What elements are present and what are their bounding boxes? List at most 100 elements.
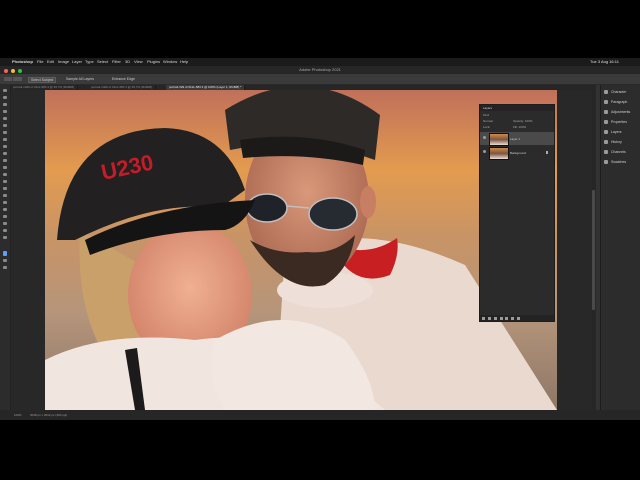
properties-icon [604, 120, 608, 125]
panel-history[interactable]: History [604, 137, 640, 147]
panel-swatches[interactable]: Swatches [604, 157, 640, 167]
type-tool-icon[interactable] [3, 201, 7, 204]
lasso-tool-icon[interactable] [3, 103, 7, 106]
crop-tool-icon[interactable] [3, 117, 7, 120]
shape-tool-icon[interactable] [3, 215, 7, 218]
sample-all-layers-checkbox[interactable]: Sample All Layers [64, 77, 96, 81]
trash-icon[interactable] [517, 316, 521, 320]
clone-stamp-tool-icon[interactable] [3, 152, 7, 155]
photoshop-window: Photoshop File Edit Image Layer Type Sel… [0, 58, 640, 420]
document-info[interactable]: 3048 px x 2032 px (300 ppi) [30, 410, 67, 420]
history-brush-tool-icon[interactable] [3, 159, 7, 162]
path-select-tool-icon[interactable] [3, 208, 7, 211]
clock: Tue 3 Aug 16:11 [590, 59, 619, 64]
move-tool-icon[interactable] [3, 89, 7, 92]
new-group-icon[interactable] [505, 316, 509, 320]
panel-label: Channels [611, 150, 626, 154]
marquee-tool-icon[interactable] [3, 96, 7, 99]
zoom-window-button[interactable] [18, 69, 23, 73]
menu-file[interactable]: File [37, 58, 43, 66]
menu-bar: Photoshop File Edit Image Layer Type Sel… [0, 58, 640, 66]
adjustment-layer-icon[interactable] [499, 316, 503, 320]
panel-properties[interactable]: Properties [604, 117, 640, 127]
blur-tool-icon[interactable] [3, 180, 7, 183]
character-icon [604, 90, 608, 95]
menu-select[interactable]: Select [97, 58, 108, 66]
panel-layers[interactable]: Layers [604, 127, 640, 137]
quick-select-tool-icon[interactable] [13, 77, 22, 81]
panel-label: Swatches [611, 160, 627, 164]
fill-field[interactable]: Fill: 100% [510, 124, 553, 130]
layer-row-selected[interactable]: Layer 1 [480, 132, 554, 146]
history-icon [604, 140, 608, 145]
foreground-color-swatch[interactable] [3, 251, 7, 256]
panel-paragraph[interactable]: Paragraph [604, 97, 640, 107]
brush-tool-icon[interactable] [3, 145, 7, 148]
dodge-tool-icon[interactable] [3, 187, 7, 190]
zoom-level[interactable]: 100% [14, 410, 22, 420]
channels-icon [604, 150, 608, 155]
frame-tool-icon[interactable] [3, 124, 7, 127]
scrollbar-thumb[interactable] [592, 190, 595, 310]
pen-tool-icon[interactable] [3, 194, 7, 197]
new-layer-icon[interactable] [511, 316, 515, 320]
vertical-scrollbar[interactable] [592, 90, 595, 410]
select-subject-button[interactable]: Select Subject [28, 77, 57, 83]
layer-thumbnail [489, 133, 509, 146]
visibility-eye-icon[interactable] [483, 136, 486, 139]
menu-edit[interactable]: Edit [47, 58, 54, 66]
window-title: Adobe Photoshop 2021 [299, 67, 341, 72]
swatches-icon [604, 160, 608, 165]
panel-channels[interactable]: Channels [604, 147, 640, 157]
minimize-window-button[interactable] [11, 69, 16, 73]
panel-character[interactable]: Character [604, 87, 640, 97]
menu-plugins[interactable]: Plugins [147, 58, 160, 66]
healing-brush-tool-icon[interactable] [3, 138, 7, 141]
panel-label: Paragraph [611, 100, 628, 104]
menu-image[interactable]: Image [58, 58, 69, 66]
layer-thumbnail [489, 147, 509, 160]
more-tools-icon[interactable] [3, 236, 7, 239]
panel-label: Character [611, 90, 627, 94]
panel-adjustments[interactable]: Adjustments [604, 107, 640, 117]
panel-label: Properties [611, 120, 627, 124]
screen-mode-icon[interactable] [3, 266, 7, 269]
menu-3d[interactable]: 3D [125, 58, 130, 66]
close-window-button[interactable] [4, 69, 8, 73]
layers-panel-title[interactable]: Layers [480, 105, 554, 111]
fx-icon[interactable] [487, 316, 491, 320]
menu-layer[interactable]: Layer [72, 58, 82, 66]
menu-view[interactable]: View [134, 58, 143, 66]
home-icon[interactable] [4, 77, 12, 81]
add-mask-icon[interactable] [493, 316, 497, 320]
menu-help[interactable]: Help [180, 58, 188, 66]
zoom-tool-icon[interactable] [3, 229, 7, 232]
menu-window[interactable]: Window [163, 58, 177, 66]
title-bar: Adobe Photoshop 2021 [0, 66, 640, 74]
panel-dock: Character Paragraph Adjustments Properti… [600, 85, 640, 410]
layers-panel-footer [480, 315, 554, 321]
link-layers-icon[interactable] [482, 316, 485, 320]
menu-filter[interactable]: Filter [112, 58, 121, 66]
quick-select-tool-icon[interactable] [3, 110, 7, 113]
paragraph-icon [604, 100, 608, 105]
panel-label: History [611, 140, 622, 144]
layer-name: Layer 1 [510, 137, 521, 141]
menu-type[interactable]: Type [85, 58, 94, 66]
panel-label: Layers [611, 130, 622, 134]
layers-icon [604, 130, 608, 135]
layer-name: Background [510, 151, 527, 155]
adjustments-icon [604, 110, 608, 115]
layers-panel: Layers Kind Normal Opacity: 100% Lock: F… [479, 104, 555, 322]
quick-mask-icon[interactable] [3, 259, 7, 262]
panel-label: Adjustments [611, 110, 631, 114]
eyedropper-tool-icon[interactable] [3, 131, 7, 134]
hand-tool-icon[interactable] [3, 222, 7, 225]
menu-app-name[interactable]: Photoshop [12, 58, 33, 66]
enhance-edge-checkbox[interactable]: Enhance Edge [110, 77, 137, 81]
eraser-tool-icon[interactable] [3, 166, 7, 169]
gradient-tool-icon[interactable] [3, 173, 7, 176]
visibility-eye-icon[interactable] [483, 150, 486, 153]
layer-row[interactable]: Background [480, 146, 554, 160]
tools-panel [0, 85, 11, 410]
